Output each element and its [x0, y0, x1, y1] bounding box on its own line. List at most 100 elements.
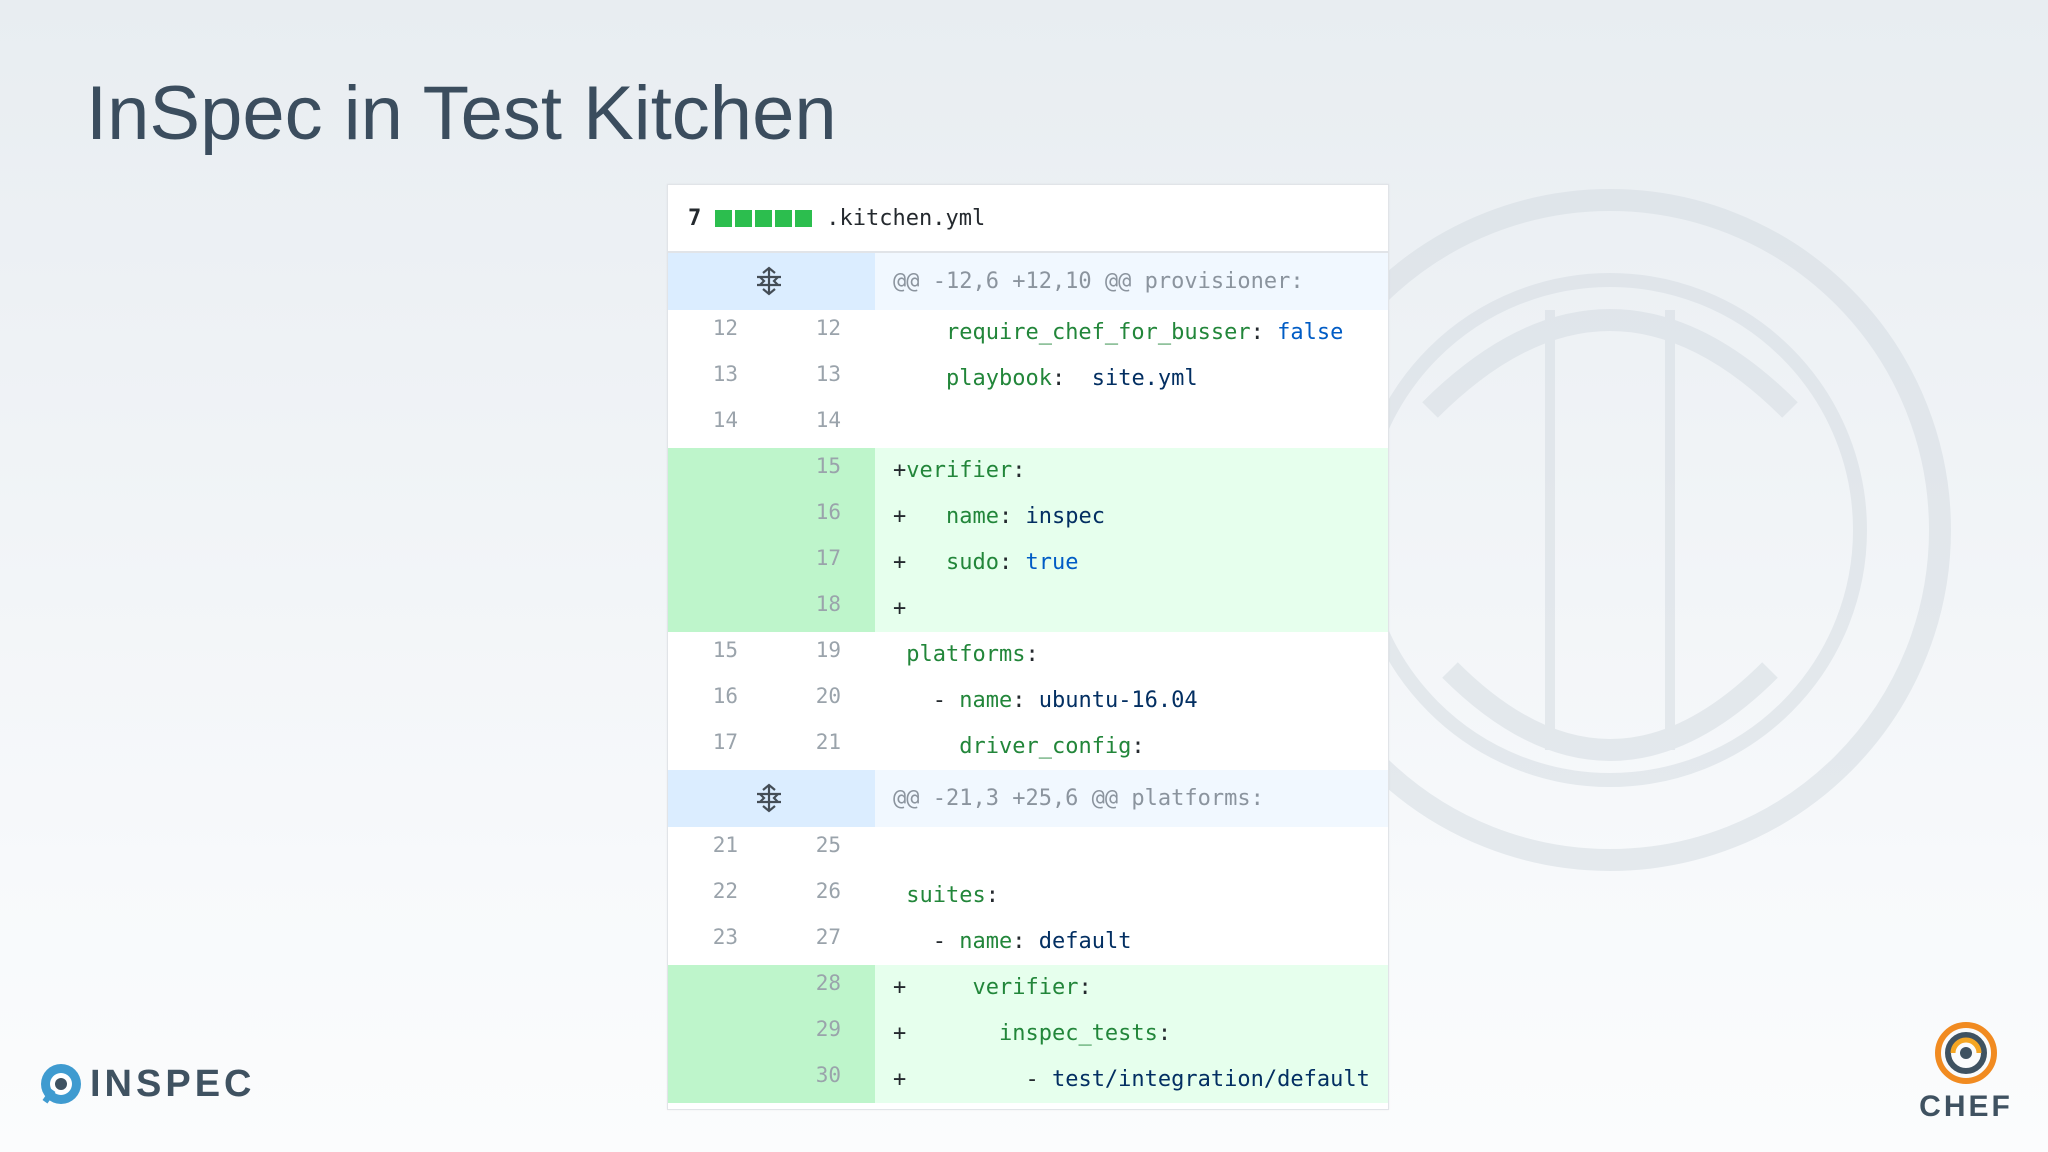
code-indent: - — [893, 929, 960, 954]
inspec-logo-text: INSPEC — [90, 1062, 256, 1105]
diff-stat-block — [755, 209, 773, 227]
expand-gutter[interactable] — [668, 253, 875, 310]
diff-line-added: 29 + inspec_tests: — [668, 1011, 1388, 1057]
new-line-number[interactable]: 19 — [781, 638, 841, 662]
yaml-key: verifier — [906, 458, 1013, 483]
code-line: +verifier: — [875, 448, 1388, 494]
diff-line-context: 13 13 playbook: site.yml — [668, 356, 1388, 402]
diff-line-context: 14 14 — [668, 402, 1388, 448]
line-number-gutter: 23 27 — [668, 919, 875, 965]
yaml-punct: : — [1051, 366, 1092, 391]
diff-line-context: 21 25 — [668, 827, 1388, 873]
old-line-number[interactable]: 12 — [678, 316, 738, 340]
new-line-number[interactable]: 12 — [781, 316, 841, 340]
yaml-key: driver_config — [959, 734, 1132, 759]
code-line: - name: default — [875, 919, 1388, 965]
diff-line-context: 23 27 - name: default — [668, 919, 1388, 965]
code-line: platforms: — [875, 632, 1388, 678]
line-number-gutter: 28 — [668, 965, 875, 1011]
diff-file-header[interactable]: 7 .kitchen.yml — [668, 185, 1388, 253]
diff-line-added: 17 + sudo: true — [668, 540, 1388, 586]
diff-line-context: 17 21 driver_config: — [668, 724, 1388, 770]
old-line-number[interactable]: 23 — [678, 925, 738, 949]
new-line-number[interactable]: 18 — [781, 592, 841, 616]
diff-line-added: 16 + name: inspec — [668, 494, 1388, 540]
slide: { "slide": { "title": "InSpec in Test Ki… — [0, 0, 2048, 1152]
old-line-number[interactable]: 16 — [678, 684, 738, 708]
code-indent: + - — [893, 1067, 1052, 1092]
page-title: InSpec in Test Kitchen — [86, 71, 837, 156]
old-line-number[interactable]: 21 — [678, 833, 738, 857]
new-line-number[interactable]: 30 — [781, 1063, 841, 1087]
new-line-number[interactable]: 21 — [781, 730, 841, 754]
new-line-number[interactable]: 13 — [781, 362, 841, 386]
line-number-gutter: 15 — [668, 448, 875, 494]
yaml-value: ubuntu-16.04 — [1038, 688, 1198, 713]
code-indent: + — [893, 458, 907, 483]
code-line: suites: — [875, 873, 1388, 919]
new-line-number[interactable]: 27 — [781, 925, 841, 949]
unfold-icon[interactable] — [754, 783, 784, 813]
old-line-number[interactable]: 17 — [678, 730, 738, 754]
yaml-value: true — [1025, 550, 1079, 575]
new-line-number[interactable]: 15 — [781, 454, 841, 478]
diff-stat-block — [795, 209, 813, 227]
line-number-gutter: 13 13 — [668, 356, 875, 402]
line-number-gutter: 15 19 — [668, 632, 875, 678]
new-line-number[interactable]: 29 — [781, 1017, 841, 1041]
line-number-gutter: 16 — [668, 494, 875, 540]
yaml-key: name — [959, 929, 1013, 954]
yaml-key: platforms — [906, 642, 1026, 667]
chef-logo: CHEF — [1916, 1020, 2016, 1124]
old-line-number[interactable]: 15 — [678, 638, 738, 662]
yaml-value: test/integration/default — [1051, 1067, 1370, 1092]
line-number-gutter: 22 26 — [668, 873, 875, 919]
diff-body: @@ -12,6 +12,10 @@ provisioner: 12 12 requ… — [668, 253, 1388, 1103]
yaml-key: sudo — [945, 550, 999, 575]
line-number-gutter: 16 20 — [668, 678, 875, 724]
new-line-number[interactable]: 16 — [781, 500, 841, 524]
new-line-number[interactable]: 20 — [781, 684, 841, 708]
code-indent: - — [893, 688, 960, 713]
line-number-gutter: 14 14 — [668, 402, 875, 448]
yaml-key: playbook — [945, 366, 1052, 391]
yaml-key: verifier — [972, 975, 1079, 1000]
old-line-number[interactable]: 13 — [678, 362, 738, 386]
code-indent: + — [893, 1021, 999, 1046]
unfold-icon[interactable] — [754, 266, 784, 296]
diff-filename[interactable]: .kitchen.yml — [826, 206, 985, 231]
yaml-value: site.yml — [1091, 366, 1198, 391]
yaml-value: false — [1277, 320, 1344, 345]
yaml-value: inspec — [1025, 504, 1105, 529]
yaml-punct: : — [1157, 1021, 1172, 1046]
code-indent: + — [893, 550, 946, 575]
new-line-number[interactable]: 26 — [781, 879, 841, 903]
new-line-number[interactable]: 17 — [781, 546, 841, 570]
diff-line-context: 15 19 platforms: — [668, 632, 1388, 678]
old-line-number[interactable]: 14 — [678, 408, 738, 432]
code-indent: + — [893, 596, 907, 621]
code-line: driver_config: — [875, 724, 1388, 770]
hunk-header-text: @@ -12,6 +12,10 @@ provisioner: — [875, 253, 1388, 310]
old-line-number[interactable]: 22 — [678, 879, 738, 903]
yaml-value: default — [1038, 929, 1132, 954]
new-line-number[interactable]: 25 — [781, 833, 841, 857]
yaml-key: name — [945, 504, 999, 529]
diff-line-added: 18 + — [668, 586, 1388, 632]
new-line-number[interactable]: 28 — [781, 971, 841, 995]
code-line: + inspec_tests: — [875, 1011, 1388, 1057]
new-line-number[interactable]: 14 — [781, 408, 841, 432]
expand-gutter[interactable] — [668, 770, 875, 827]
code-line: + sudo: true — [875, 540, 1388, 586]
yaml-key: name — [959, 688, 1013, 713]
yaml-punct: : — [1131, 734, 1145, 759]
yaml-key: suites — [906, 883, 986, 908]
diff-line-added: 28 + verifier: — [668, 965, 1388, 1011]
diff-line-count: 7 — [688, 205, 702, 231]
yaml-punct: : — [985, 883, 999, 908]
